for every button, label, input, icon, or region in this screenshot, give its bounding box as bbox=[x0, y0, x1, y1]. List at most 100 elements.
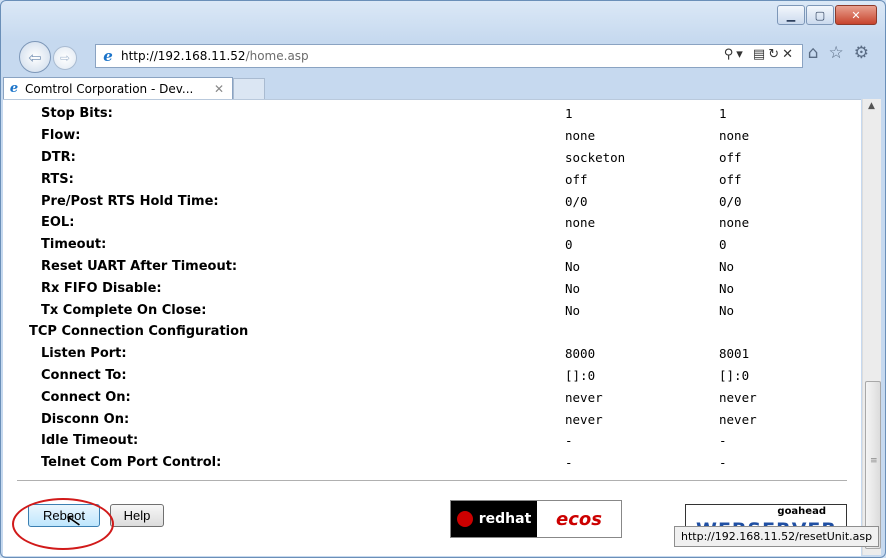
status-url-tooltip: http://192.168.11.52/resetUnit.asp bbox=[674, 526, 880, 547]
scroll-thumb[interactable]: ≡ bbox=[865, 381, 881, 549]
port1-value: never bbox=[565, 411, 603, 427]
row-label: Disconn On: bbox=[41, 411, 130, 427]
section-title: TCP Connection Configuration bbox=[29, 324, 249, 340]
row-label: Stop Bits: bbox=[41, 106, 113, 122]
port2-value: No bbox=[719, 280, 735, 296]
port2-value: 1 bbox=[719, 106, 727, 122]
help-button[interactable]: Help bbox=[110, 504, 164, 527]
tab-bar: e Comtrol Corporation - Dev... ✕ bbox=[1, 77, 885, 99]
port1-value: 0 bbox=[565, 237, 573, 253]
port2-value: none bbox=[719, 128, 750, 144]
table-row: Listen Port: 8000 8001 bbox=[15, 343, 757, 365]
row-label: Timeout: bbox=[41, 237, 107, 253]
ie-page-icon: e bbox=[103, 47, 113, 65]
port2-value: 8001 bbox=[719, 346, 750, 362]
row-label: Listen Port: bbox=[41, 346, 127, 362]
table-row: Idle Timeout: - - bbox=[15, 430, 757, 452]
table-row: Rx FIFO Disable: No No bbox=[15, 277, 757, 299]
favorites-star-icon[interactable]: ☆ bbox=[829, 43, 844, 63]
ie-tab-icon: e bbox=[9, 80, 19, 96]
port1-value: No bbox=[565, 258, 581, 274]
table-row: TCP Connection Configuration bbox=[15, 321, 757, 343]
browser-window: ▁ ▢ ✕ ⇦ ⇨ e http://192.168.11.52/home.as… bbox=[0, 0, 886, 558]
port1-value: off bbox=[565, 171, 588, 187]
new-tab-button[interactable] bbox=[233, 78, 265, 99]
port2-value: []:0 bbox=[719, 367, 750, 383]
port2-value: No bbox=[719, 302, 735, 318]
row-label: Pre/Post RTS Hold Time: bbox=[41, 193, 219, 209]
gear-icon[interactable]: ⚙ bbox=[854, 43, 869, 63]
table-row: EOL: none none bbox=[15, 212, 757, 234]
port1-value: socketon bbox=[565, 149, 626, 165]
redhat-ecos-logo[interactable]: redhat ecos bbox=[450, 500, 622, 538]
close-window-button[interactable]: ✕ bbox=[835, 5, 877, 25]
tab-close-icon[interactable]: ✕ bbox=[214, 82, 224, 96]
home-icon[interactable]: ⌂ bbox=[808, 43, 819, 63]
browser-tab-active[interactable]: e Comtrol Corporation - Dev... ✕ bbox=[3, 77, 233, 99]
port2-value: off bbox=[719, 149, 742, 165]
row-label: Connect To: bbox=[41, 367, 127, 383]
port1-value: never bbox=[565, 389, 603, 405]
row-label: Connect On: bbox=[41, 389, 131, 405]
port1-value: No bbox=[565, 302, 581, 318]
row-label: Idle Timeout: bbox=[41, 433, 139, 449]
navigation-bar: ⇦ ⇨ e http://192.168.11.52/home.asp ⚲▾ ▤… bbox=[1, 35, 885, 75]
row-label: Reset UART After Timeout: bbox=[41, 258, 238, 274]
row-label: Rx FIFO Disable: bbox=[41, 280, 162, 296]
port2-value: - bbox=[719, 433, 727, 449]
row-label: DTR: bbox=[41, 149, 76, 165]
redhat-hat-icon bbox=[456, 511, 473, 527]
vertical-scrollbar[interactable]: ▲ ≡ bbox=[862, 99, 881, 555]
table-row: Pre/Post RTS Hold Time: 0/0 0/0 bbox=[15, 190, 757, 212]
table-row: Connect On: never never bbox=[15, 386, 757, 408]
table-row: Flow: none none bbox=[15, 125, 757, 147]
port1-value: []:0 bbox=[565, 367, 596, 383]
scroll-up-arrow-icon[interactable]: ▲ bbox=[868, 101, 875, 111]
address-text: http://192.168.11.52/home.asp bbox=[121, 49, 309, 63]
minimize-button[interactable]: ▁ bbox=[777, 5, 805, 25]
port2-value: off bbox=[719, 171, 742, 187]
mouse-cursor-icon: ↖ bbox=[63, 506, 84, 534]
row-label: Flow: bbox=[41, 128, 81, 144]
port1-value: No bbox=[565, 280, 581, 296]
port1-value: 1 bbox=[565, 106, 573, 122]
address-bar[interactable]: e http://192.168.11.52/home.asp ⚲▾ ▤↻✕ bbox=[95, 44, 803, 68]
table-row: DTR: socketon off bbox=[15, 147, 757, 169]
table-row: Telnet Com Port Control: - - bbox=[15, 452, 757, 474]
port2-value: 0/0 bbox=[719, 193, 742, 209]
redhat-text: redhat bbox=[478, 511, 532, 527]
row-label: RTS: bbox=[41, 171, 74, 187]
table-row: Stop Bits: 1 1 bbox=[15, 103, 757, 125]
port2-value: 0 bbox=[719, 237, 727, 253]
row-label: EOL: bbox=[41, 215, 75, 231]
maximize-button[interactable]: ▢ bbox=[806, 5, 834, 25]
tab-label: Comtrol Corporation - Dev... bbox=[25, 81, 194, 96]
port1-value: none bbox=[565, 128, 596, 144]
table-row: Disconn On: never never bbox=[15, 408, 757, 430]
port2-value: never bbox=[719, 389, 757, 405]
port1-value: - bbox=[565, 433, 573, 449]
row-label: Tx Complete On Close: bbox=[41, 302, 207, 318]
goahead-text: goahead bbox=[777, 506, 826, 517]
highlight-circle bbox=[12, 498, 114, 550]
row-label: Telnet Com Port Control: bbox=[41, 455, 222, 471]
port1-value: - bbox=[565, 455, 573, 471]
port2-value: No bbox=[719, 258, 735, 274]
table-row: RTS: off off bbox=[15, 168, 757, 190]
table-row: Reset UART After Timeout: No No bbox=[15, 256, 757, 278]
table-row: Timeout: 0 0 bbox=[15, 234, 757, 256]
table-row: Connect To: []:0 []:0 bbox=[15, 365, 757, 387]
table-row: Tx Complete On Close: No No bbox=[15, 299, 757, 321]
port2-value: - bbox=[719, 455, 727, 471]
port1-value: 0/0 bbox=[565, 193, 588, 209]
back-button[interactable]: ⇦ bbox=[19, 41, 51, 73]
divider bbox=[17, 480, 847, 481]
forward-button[interactable]: ⇨ bbox=[53, 46, 77, 70]
port2-value: never bbox=[719, 411, 757, 427]
port1-value: 8000 bbox=[565, 346, 596, 362]
scroll-grip-icon: ≡ bbox=[870, 456, 878, 466]
address-tools-icons[interactable]: ⚲▾ ▤↻✕ bbox=[724, 47, 796, 62]
toolbar-icons: ⌂ ☆ ⚙ bbox=[808, 43, 869, 63]
window-controls: ▁ ▢ ✕ bbox=[777, 5, 877, 25]
ecos-text: ecos bbox=[556, 508, 602, 530]
